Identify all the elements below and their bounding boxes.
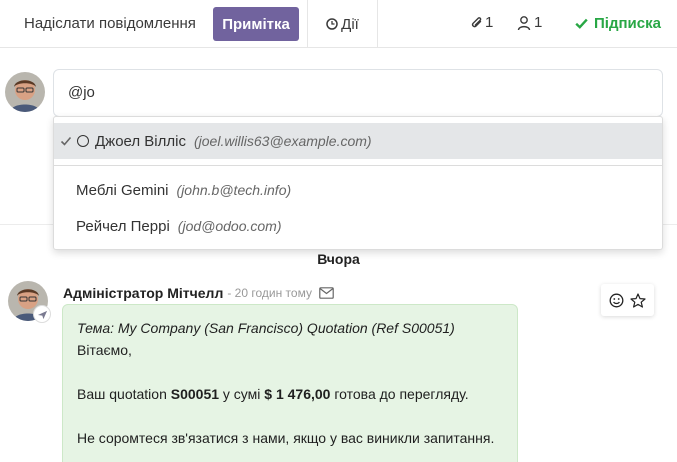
send-message-button[interactable]: Надіслати повідомлення [24,15,196,32]
mention-name: Рейчел Перрі [76,217,170,235]
avatar-image [5,72,45,112]
envelope-icon [319,287,334,299]
attachments-count: 1 [485,14,494,31]
message-author[interactable]: Адміністратор Мітчелл [63,285,223,301]
message-quotation-line: Ваш quotation S00051 у сумі $ 1 476,00 г… [77,386,469,402]
activities-button[interactable]: Дії [307,0,378,48]
message-header: Адміністратор Мітчелл - 20 годин тому [63,285,334,301]
activities-label: Дії [341,15,359,33]
followers-count: 1 [534,14,543,31]
log-note-button[interactable]: Примітка [213,7,299,41]
message-input[interactable]: @jo [53,69,663,117]
mention-name: Джоел Вілліс [95,132,186,150]
check-icon [60,136,72,146]
clock-icon [326,18,338,30]
dropdown-separator [54,165,662,166]
subscribe-button[interactable]: Підписка [575,15,661,32]
star-icon[interactable] [630,292,646,308]
message-closing: Не соромтеся зв'язатися з нами, якщо у в… [77,430,495,446]
quotation-amount: $ 1 476,00 [264,386,331,402]
quotation-ref: S00051 [170,386,220,402]
plane-icon [33,305,51,323]
offline-status-icon [77,135,89,147]
mention-dropdown: Джоел Вілліс (joel.willis63@example.com)… [53,116,663,250]
check-icon [575,18,588,29]
followers-button[interactable]: 1 [517,14,542,31]
mention-email: (jod@odoo.com) [177,218,282,234]
message-actions [601,284,654,316]
date-separator: Вчора [317,251,360,267]
mention-email: (joel.willis63@example.com) [193,133,372,149]
mention-option[interactable]: Меблі Gemini (john.b@tech.info) [54,172,662,208]
subscribe-label: Підписка [594,15,661,32]
message-body: Тема: My Company (San Francisco) Quotati… [62,304,518,462]
paperclip-icon [471,16,482,27]
mention-email: (john.b@tech.info) [176,182,292,198]
smile-icon[interactable] [609,293,624,308]
chatter-topbar: Надіслати повідомлення Примітка Дії 1 1 … [0,0,677,48]
message-greeting: Вітаємо, [77,342,132,358]
attachments-button[interactable]: 1 [471,14,493,31]
mention-name: Меблі Gemini [76,181,169,199]
composer-avatar [5,72,45,112]
message-subject: Тема: My Company (San Francisco) Quotati… [77,320,455,336]
mention-option[interactable]: Джоел Вілліс (joel.willis63@example.com) [54,123,662,159]
mention-option[interactable]: Рейчел Перрі (jod@odoo.com) [54,208,662,244]
user-icon [517,15,531,30]
message-date: - 20 годин тому [227,286,312,300]
